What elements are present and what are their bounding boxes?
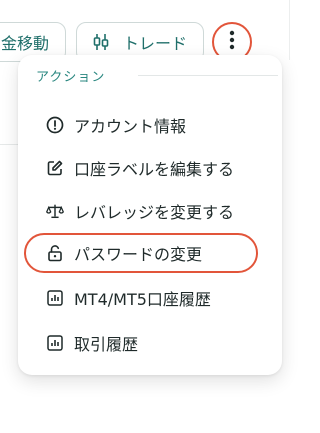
- menu-item-trade-history[interactable]: 取引履歴: [26, 323, 274, 363]
- menu-header-divider: [138, 75, 278, 76]
- edit-icon: [46, 159, 64, 177]
- info-circle-icon: [46, 116, 64, 134]
- menu-item-edit-label[interactable]: 口座ラベルを編集する: [26, 148, 274, 188]
- transfer-button-label: 金移動: [1, 34, 50, 53]
- scale-icon: [46, 202, 64, 220]
- menu-item-label: 口座ラベルを編集する: [74, 160, 235, 179]
- chart-icon: [46, 334, 64, 352]
- menu-item-label: パスワードの変更: [74, 245, 203, 264]
- menu-item-change-leverage[interactable]: レバレッジを変更する: [26, 191, 274, 231]
- menu-item-label: レバレッジを変更する: [74, 203, 235, 222]
- actions-menu: アクション アカウント情報 口座ラベルを編集する レバレッジを変更する パスワー…: [18, 55, 282, 375]
- lock-icon: [46, 244, 64, 262]
- menu-item-label: アカウント情報: [74, 117, 187, 136]
- chart-icon: [46, 289, 64, 307]
- candlestick-icon: [91, 32, 111, 52]
- menu-item-mt-account-history[interactable]: MT4/MT5口座履歴: [26, 278, 274, 318]
- menu-item-account-info[interactable]: アカウント情報: [26, 105, 274, 145]
- divider: [289, 0, 290, 60]
- menu-header: アクション: [36, 70, 106, 85]
- menu-item-change-password[interactable]: パスワードの変更: [24, 233, 258, 273]
- menu-item-label: MT4/MT5口座履歴: [74, 290, 211, 309]
- trade-button-label: トレード: [123, 34, 188, 53]
- menu-item-label: 取引履歴: [74, 335, 139, 354]
- more-vertical-icon: [229, 30, 235, 54]
